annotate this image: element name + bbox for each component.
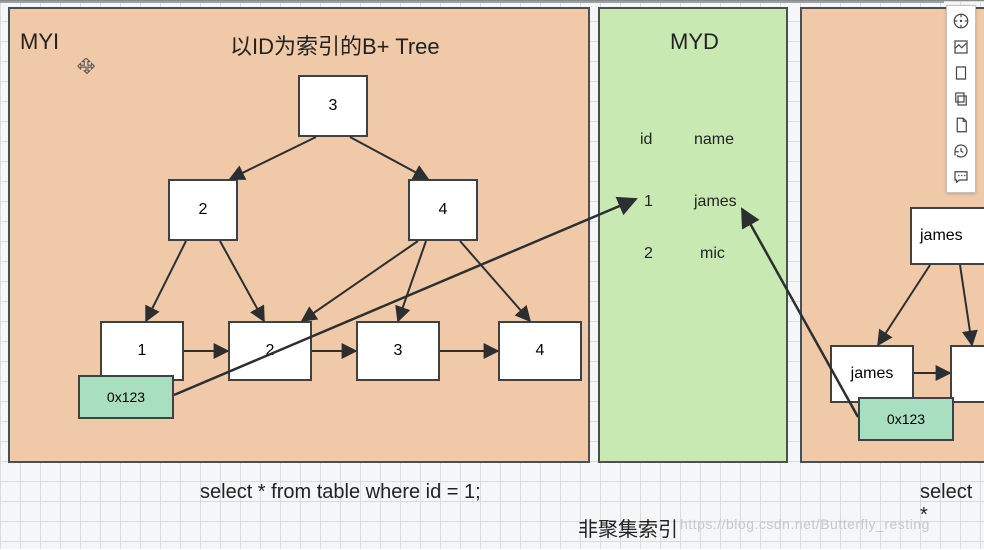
tree-leaf-2: 2	[228, 321, 312, 381]
node-label: 3	[329, 97, 338, 115]
right-leaf-partial	[950, 345, 984, 403]
tree-root-node: 3	[298, 75, 368, 137]
full-extent-icon[interactable]	[948, 34, 974, 60]
myd-title: MYD	[670, 29, 719, 55]
top-border	[0, 1, 944, 3]
side-toolbar	[946, 5, 976, 193]
query-text-1: select * from table where id = 1;	[200, 481, 481, 504]
move-cursor-icon	[76, 57, 98, 79]
compass-icon[interactable]	[948, 8, 974, 34]
node-label: 2	[266, 342, 275, 360]
new-page-icon[interactable]	[948, 112, 974, 138]
right-leaf-james: james	[830, 345, 914, 403]
tree-leaf-1: 1	[100, 321, 184, 381]
node-label: james	[920, 227, 963, 245]
myi-title: MYI	[20, 29, 59, 55]
snap-icon[interactable]	[948, 60, 974, 86]
node-label: 2	[199, 201, 208, 219]
copy-icon[interactable]	[948, 86, 974, 112]
nonclustered-caption: 非聚集索引	[578, 513, 678, 542]
panel-myd	[598, 7, 788, 463]
history-icon[interactable]	[948, 138, 974, 164]
myd-row2-name: mic	[700, 245, 725, 263]
node-label: 3	[394, 342, 403, 360]
diagram-canvas: MYI 以ID为索引的B+ Tree 3 2 4 1 2 3 4 0x123 M…	[0, 0, 984, 549]
node-label: 4	[536, 342, 545, 360]
node-label: 1	[138, 342, 147, 360]
address-label: 0x123	[887, 411, 925, 427]
myd-row2-id: 2	[644, 245, 653, 263]
comment-icon[interactable]	[948, 164, 974, 190]
myd-header-name: name	[694, 131, 734, 149]
tree-leaf-3: 3	[356, 321, 440, 381]
node-label: 4	[439, 201, 448, 219]
address-label: 0x123	[107, 389, 145, 405]
myd-header-id: id	[640, 131, 652, 149]
tree-node-l2-right: 4	[408, 179, 478, 241]
myd-row1-name: james	[694, 193, 737, 211]
tree-leaf-4: 4	[498, 321, 582, 381]
btree-title: 以ID为索引的B+ Tree	[230, 29, 440, 61]
myd-row1-id: 1	[644, 193, 653, 211]
address-tag-left: 0x123	[78, 375, 174, 419]
tree-node-l2-left: 2	[168, 179, 238, 241]
address-tag-right: 0x123	[858, 397, 954, 441]
node-label: james	[851, 365, 894, 383]
watermark-text: https://blog.csdn.net/Butterfly_resting	[680, 516, 930, 532]
right-node-top: james	[910, 207, 984, 265]
